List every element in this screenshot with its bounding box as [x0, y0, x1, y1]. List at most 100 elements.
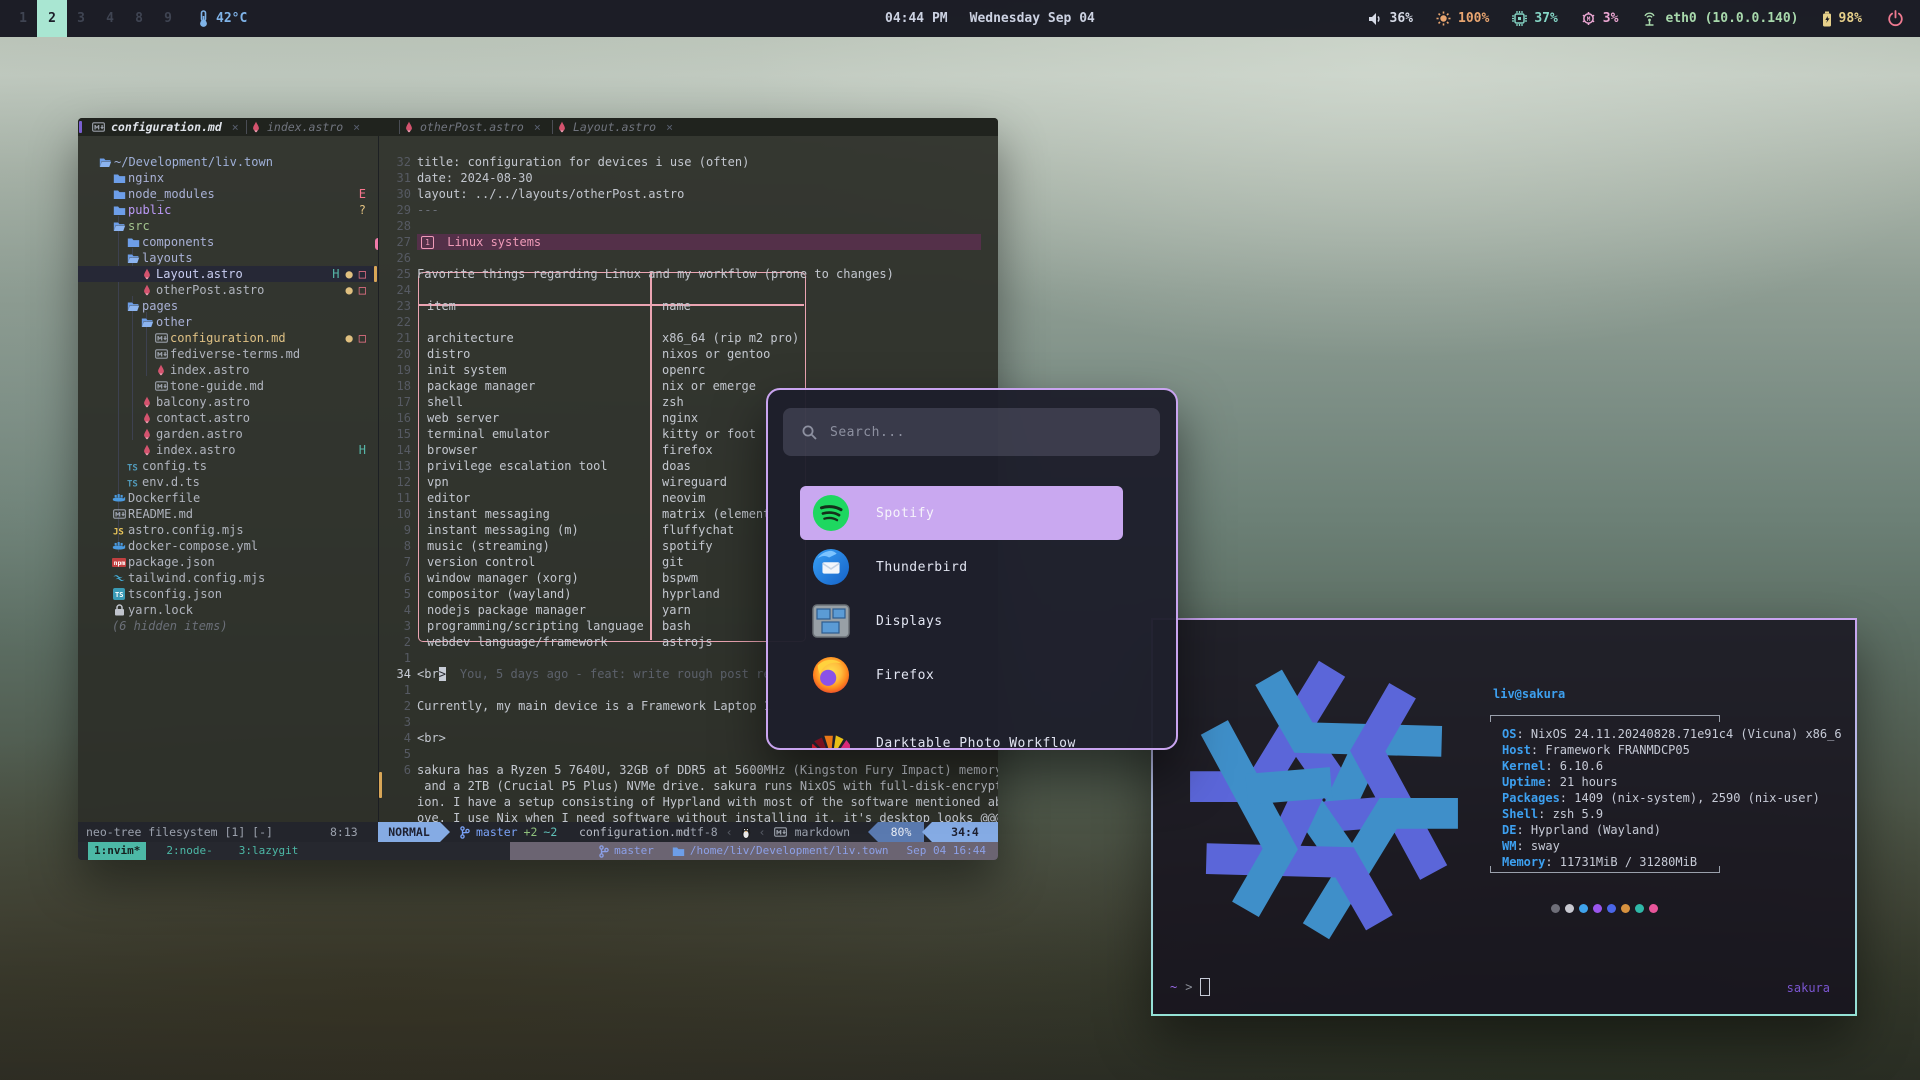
tab-index.astro[interactable]: index.astro ×	[251, 118, 396, 136]
tree-item[interactable]: fediverse-terms.md	[78, 346, 378, 362]
table-cell-item: programming/scripting language	[427, 618, 644, 634]
tree-item-label: tone-guide.md	[170, 378, 264, 394]
astro-icon	[140, 412, 154, 424]
line-number: 28	[378, 218, 411, 234]
tree-item[interactable]: Layout.astroH●□	[78, 266, 378, 282]
table-cell-item: music (streaming)	[427, 538, 550, 554]
tree-item[interactable]: tailwind.config.mjs	[78, 570, 378, 586]
line-number: 3	[378, 714, 411, 730]
workspace-item[interactable]: 1	[8, 0, 38, 37]
launcher-item-Darktable Photo Workflow Software[interactable]: Darktable Photo Workflow Software	[800, 724, 1123, 750]
workspace-item[interactable]: 9	[153, 0, 183, 37]
thunderbird-icon	[812, 548, 850, 586]
tree-item[interactable]: garden.astro	[78, 426, 378, 442]
close-icon[interactable]: ×	[534, 119, 541, 135]
tree-item[interactable]: layouts	[78, 250, 378, 266]
file-tree[interactable]: ~/Development/liv.townnginxnode_modulesE…	[78, 136, 378, 822]
shell-prompt[interactable]: ~ >	[1170, 978, 1210, 996]
tree-item[interactable]: otherPost.astro●□	[78, 282, 378, 298]
tree-item[interactable]: index.astroH	[78, 442, 378, 458]
close-icon[interactable]: ×	[232, 119, 239, 135]
spotify-icon	[812, 494, 850, 532]
fetch-field-label: Kernel	[1502, 759, 1545, 773]
markdown-icon	[112, 508, 126, 520]
power-button[interactable]	[1887, 0, 1904, 37]
tree-item-label: balcony.astro	[156, 394, 250, 410]
line-number: 6	[378, 762, 411, 778]
line-number: 10	[378, 506, 411, 522]
close-icon[interactable]: ×	[666, 119, 673, 135]
tmux-window-3:lazygit[interactable]: 3:lazygit	[233, 842, 305, 860]
launcher-item-Displays[interactable]: Displays	[800, 594, 1123, 648]
buffer-line: 31date: 2024-08-30	[378, 170, 998, 186]
tree-item[interactable]: pages	[78, 298, 378, 314]
tmux-window-1:nvim*[interactable]: 1:nvim*	[88, 842, 146, 860]
cpu-module: 37%	[1512, 11, 1557, 26]
fetch-field-label: Memory	[1502, 855, 1545, 869]
tab-Layout.astro[interactable]: Layout.astro×	[557, 118, 698, 136]
cpu-value: 37%	[1534, 11, 1557, 26]
tree-item[interactable]: tone-guide.md	[78, 378, 378, 394]
line-number: 7	[378, 554, 411, 570]
close-icon[interactable]: ×	[353, 119, 360, 135]
tree-item[interactable]: src	[78, 218, 378, 234]
workspace-item[interactable]: 3	[66, 0, 96, 37]
tree-item[interactable]: README.md	[78, 506, 378, 522]
fetch-field-Host: Host: Framework FRANMDCP05	[1502, 742, 1690, 758]
tree-item[interactable]: (6 hidden items)	[78, 618, 378, 634]
tree-item[interactable]: nginx	[78, 170, 378, 186]
search-input[interactable]: Search...	[783, 408, 1160, 456]
buffer-text: layout: ../../layouts/otherPost.astro	[417, 186, 684, 202]
tree-item[interactable]: npmpackage.json	[78, 554, 378, 570]
workspace-item[interactable]: 8	[124, 0, 154, 37]
tree-item-label: README.md	[128, 506, 193, 522]
tree-item[interactable]: docker-compose.yml	[78, 538, 378, 554]
workspace-item[interactable]: 4	[95, 0, 125, 37]
workspace-item[interactable]: 2	[37, 0, 67, 37]
tmux-git-branch: master	[614, 842, 654, 860]
table-cell-item: web server	[427, 410, 499, 426]
tree-item[interactable]: TSconfig.ts	[78, 458, 378, 474]
tree-item[interactable]: balcony.astro	[78, 394, 378, 410]
tree-item[interactable]: Dockerfile	[78, 490, 378, 506]
folder-open-icon	[140, 316, 154, 328]
git-mark: ●	[346, 282, 353, 298]
tree-item[interactable]: ~/Development/liv.town	[78, 154, 378, 170]
svg-text:M: M	[1586, 16, 1590, 23]
launcher-item-label: Darktable Photo Workflow Software	[876, 736, 1123, 750]
tree-item[interactable]: TStsconfig.json	[78, 586, 378, 602]
markdown-icon	[154, 380, 168, 392]
js-icon: JS	[112, 524, 126, 536]
tree-item[interactable]: components	[78, 234, 378, 250]
fetch-field-value: : 6.10.6	[1545, 759, 1603, 773]
tree-item[interactable]: JSastro.config.mjs	[78, 522, 378, 538]
launcher-item-label: Displays	[876, 614, 943, 629]
launcher-item-Spotify[interactable]: Spotify	[800, 486, 1123, 540]
tree-item[interactable]: contact.astro	[78, 410, 378, 426]
line-number: 17	[378, 394, 411, 410]
tree-item[interactable]: node_modulesE	[78, 186, 378, 202]
cursor-line-text: <br>You, 5 days ago - feat: write rough …	[417, 666, 771, 682]
tree-item[interactable]: TSenv.d.ts	[78, 474, 378, 490]
tab-otherPost.astro[interactable]: otherPost.astro×	[404, 118, 549, 136]
tmux-window-2:node-[interactable]: 2:node-	[160, 842, 218, 860]
brightness-icon	[1436, 11, 1451, 26]
tree-item[interactable]: public?	[78, 202, 378, 218]
tree-item[interactable]: yarn.lock	[78, 602, 378, 618]
tree-item[interactable]: index.astro	[78, 362, 378, 378]
line-number: 14	[378, 442, 411, 458]
launcher-item-Thunderbird[interactable]: Thunderbird	[800, 540, 1123, 594]
color-palette-dot	[1607, 904, 1616, 913]
tab-configuration.md[interactable]: configuration.md×	[92, 118, 243, 136]
app-launcher: Search... SpotifyThunderbird Displays Fire…	[766, 388, 1178, 750]
tab-label: index.astro	[267, 119, 343, 135]
line-number: 4	[378, 602, 411, 618]
folder-icon	[126, 236, 140, 248]
folder-icon	[112, 204, 126, 216]
fetch-field-label: Shell	[1502, 807, 1538, 821]
memory-icon: M	[1581, 11, 1596, 26]
tree-item[interactable]: configuration.md●□	[78, 330, 378, 346]
buffer-line: 24	[378, 282, 998, 298]
launcher-item-Firefox[interactable]: Firefox	[800, 648, 1123, 702]
tree-item[interactable]: other	[78, 314, 378, 330]
